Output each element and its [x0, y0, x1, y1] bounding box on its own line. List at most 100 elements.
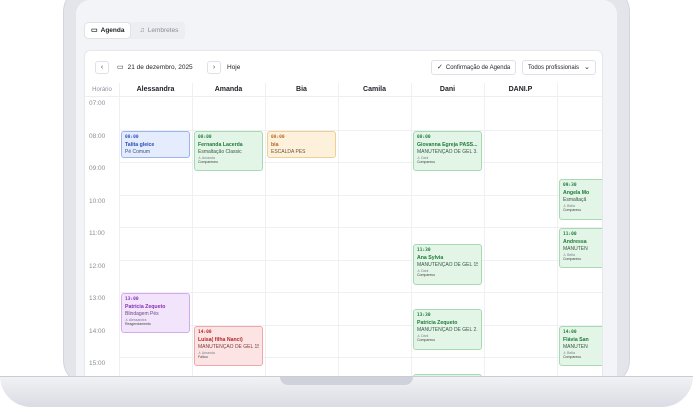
stage: ▭ Agenda ♫ Lembretes ‹ ▭ 21 de dezembro,…: [0, 0, 693, 407]
hour-line: [119, 259, 602, 261]
agenda-toolbar: ‹ ▭ 21 de dezembro, 2025 › Hoje ✓ Confir…: [85, 51, 602, 81]
time-label: 08:00: [89, 132, 106, 140]
appointment-card[interactable]: 08:00 Fernanda Lacerda Esmaltação Classic ♙…: [194, 130, 263, 171]
client-name: Luisa( filha Nanci): [198, 336, 243, 343]
confirm-agenda-label: Confirmação de Agenda: [445, 64, 511, 71]
professional-select[interactable]: Todos profissionais ⌄: [522, 60, 596, 75]
time-label: 07:00: [89, 100, 106, 107]
service-name: Esmaltação Classic: [198, 148, 242, 155]
client-name: bia: [271, 141, 279, 148]
time-label: 15:00: [89, 360, 106, 367]
appointment-status: Comparecu: [563, 257, 582, 261]
client-name: Talita gleice: [125, 141, 155, 148]
client-name: Giovanna Egreja PASS...: [417, 141, 478, 148]
client-name: Patricia Zequeto: [417, 320, 458, 327]
tab-lembretes-label: Lembretes: [147, 27, 179, 34]
hour-line: [119, 194, 602, 196]
service-name: MANUTEN: [563, 246, 588, 252]
column-header-camila: Camila: [363, 86, 386, 93]
column-header-dani-p: DANI.P: [508, 86, 533, 93]
chevron-down-icon: ⌄: [584, 64, 590, 71]
appointment-card[interactable]: 13:00 Patricia Zequeto Blindagem Pés ♙ Ales…: [121, 293, 190, 334]
column-divider: [411, 83, 412, 378]
appointment-card[interactable]: 09:30 Angela Mo Esmaltaçã ♙ Bella Comparecu: [559, 179, 602, 220]
appointment-time: 09:30: [563, 183, 577, 189]
appointment-card[interactable]: 14:00 Luisa( filha Nanci) MANUTENÇÃO DE GE…: [194, 325, 263, 366]
appointment-card[interactable]: 08:00 Talita gleice Pé Comum: [121, 130, 190, 158]
column-divider: [192, 83, 193, 378]
appointment-time: 08:00: [125, 134, 139, 140]
column-header-alessandra: Alessandra: [136, 86, 175, 93]
agenda-grid: Horário Alessandra Amanda Bia Camila Dani DAN…: [85, 83, 602, 378]
service-name: Esmaltaçã: [563, 197, 587, 204]
appointment-time: 08:00: [417, 134, 431, 140]
column-divider: [557, 83, 558, 378]
appointment-card[interactable]: 11:00 Andressa MANUTEN ♙ Bella Comparecu: [559, 228, 602, 269]
column-divider: [265, 83, 266, 378]
client-name: Ana Sylvia: [417, 255, 444, 262]
client-name: Andressa: [563, 239, 587, 245]
current-date: 21 de dezembro, 2025: [127, 64, 193, 71]
service-name: ESCALDA PÉS: [271, 148, 306, 155]
calendar-icon: ▭: [91, 27, 98, 34]
time-label: 11:00: [89, 230, 105, 237]
appointment-card[interactable]: 11:30 Ana Sylvia MANUTENÇÃO DE GEL 15... ♙ …: [413, 244, 482, 285]
service-name: Blindagem Pés: [125, 311, 159, 317]
agenda-card: ‹ ▭ 21 de dezembro, 2025 › Hoje ✓ Confir…: [84, 50, 603, 378]
appointment-time: 11:30: [417, 248, 431, 254]
time-column-header: Horário: [92, 87, 112, 93]
appointment-status: Faltou: [198, 354, 208, 359]
column-header-dani: Dani: [439, 86, 456, 93]
next-day-button[interactable]: ›: [207, 61, 221, 74]
column-header-amanda: Amanda: [214, 86, 243, 93]
service-name: MANUTENÇÃO DE GEL 2...: [417, 327, 478, 334]
laptop-notch: [280, 377, 413, 385]
appointment-card[interactable]: 08:00 Giovanna Egreja PASS... MANUTENÇÃO D…: [413, 130, 482, 171]
hour-line: [119, 324, 602, 326]
date-picker[interactable]: ▭ 21 de dezembro, 2025: [113, 61, 197, 74]
appointment-card[interactable]: 14:00 Flávia San MANUTEN ♙ Bella Comparecu: [559, 325, 602, 366]
appointment-status: Compareceu: [198, 159, 219, 164]
service-name: MANUTEN: [563, 343, 588, 350]
client-name: Flávia San: [563, 336, 589, 343]
bell-icon: ♫: [139, 27, 145, 34]
column-divider: [119, 83, 120, 378]
appointment-time: 14:00: [563, 329, 577, 335]
hour-line: [119, 162, 602, 163]
client-name: Patricia Zequeto: [125, 304, 166, 310]
service-name: Pé Comum: [125, 148, 151, 155]
service-name: MANUTENÇÃO DE GEL 3...: [417, 148, 478, 155]
service-name: MANUTENÇÃO DE GEL 15...: [198, 343, 259, 350]
column-header-extra: [557, 83, 602, 97]
confirm-agenda-button[interactable]: ✓ Confirmação de Agenda: [431, 60, 517, 75]
appointment-time: 08:00: [271, 134, 285, 140]
hour-line: [119, 227, 602, 228]
appointment-card[interactable]: 13:30 Patricia Zequeto MANUTENÇÃO DE GEL 2…: [413, 309, 482, 350]
view-tabs: ▭ Agenda ♫ Lembretes: [84, 22, 186, 39]
chevron-right-icon: ›: [212, 64, 216, 71]
appointment-time: 11:00: [563, 232, 577, 237]
time-label: 14:00: [89, 327, 106, 335]
appointment-status: Comparecu: [417, 159, 436, 164]
hour-line: [119, 292, 602, 293]
today-button[interactable]: Hoje: [227, 61, 240, 74]
app-screen: ▭ Agenda ♫ Lembretes ‹ ▭ 21 de dezembro,…: [76, 0, 617, 378]
client-name: Angela Mo: [563, 190, 590, 197]
column-header-bia: Bia: [296, 86, 307, 93]
prev-day-button[interactable]: ‹: [95, 61, 109, 74]
client-name: Fernanda Lacerda: [198, 141, 243, 148]
grid-header: Horário Alessandra Amanda Bia Camila Dani DAN…: [85, 83, 602, 97]
check-icon: ✓: [437, 64, 443, 71]
calendar-icon: ▭: [117, 64, 124, 71]
column-divider: [338, 83, 339, 378]
chevron-left-icon: ‹: [100, 64, 104, 71]
appointment-card[interactable]: 08:00 bia ESCALDA PÉS: [267, 130, 336, 158]
appointment-time: 13:30: [417, 313, 431, 319]
appointment-status: Reagendamento: [125, 322, 151, 326]
hour-line: [119, 357, 602, 358]
today-label: Hoje: [227, 64, 241, 71]
column-divider: [484, 83, 485, 378]
tab-lembretes[interactable]: ♫ Lembretes: [133, 23, 184, 38]
hour-line: [119, 129, 602, 131]
tab-agenda[interactable]: ▭ Agenda: [85, 23, 131, 38]
